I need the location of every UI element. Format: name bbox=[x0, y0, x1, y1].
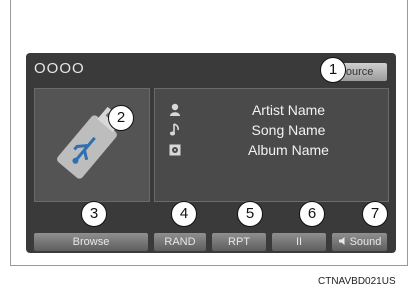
callout-3: 3 bbox=[81, 201, 107, 227]
device-panel bbox=[34, 88, 150, 202]
source-name: OOOO bbox=[34, 60, 85, 77]
callout-2: 2 bbox=[108, 105, 134, 131]
speaker-icon bbox=[338, 237, 345, 245]
album-row: Album Name bbox=[155, 141, 388, 159]
pause-button[interactable]: II bbox=[272, 233, 326, 251]
music-note-icon bbox=[169, 123, 179, 136]
callout-4: 4 bbox=[171, 201, 197, 227]
artist-name: Artist Name bbox=[251, 102, 326, 118]
callout-1: 1 bbox=[320, 57, 346, 83]
sound-button-label: Sound bbox=[349, 236, 382, 248]
repeat-button[interactable]: RPT bbox=[212, 233, 266, 251]
random-button[interactable]: RAND bbox=[154, 233, 206, 251]
audio-screen: OOOO Source Artist Name Song Name Album … bbox=[26, 53, 396, 253]
artist-icon bbox=[170, 103, 180, 116]
sound-button[interactable]: Sound bbox=[332, 233, 387, 251]
callout-5: 5 bbox=[237, 201, 263, 227]
browse-button[interactable]: Browse bbox=[34, 233, 148, 251]
callout-7: 7 bbox=[362, 201, 388, 227]
usb-drive-icon bbox=[57, 106, 123, 179]
song-row: Song Name bbox=[155, 121, 388, 139]
callout-6: 6 bbox=[299, 201, 325, 227]
album-icon bbox=[169, 144, 181, 156]
now-playing-panel: Artist Name Song Name Album Name bbox=[154, 88, 389, 202]
song-name: Song Name bbox=[251, 122, 326, 138]
artist-row: Artist Name bbox=[155, 101, 388, 119]
album-name: Album Name bbox=[248, 142, 329, 158]
figure-code: CTNAVBD021US bbox=[318, 276, 396, 287]
